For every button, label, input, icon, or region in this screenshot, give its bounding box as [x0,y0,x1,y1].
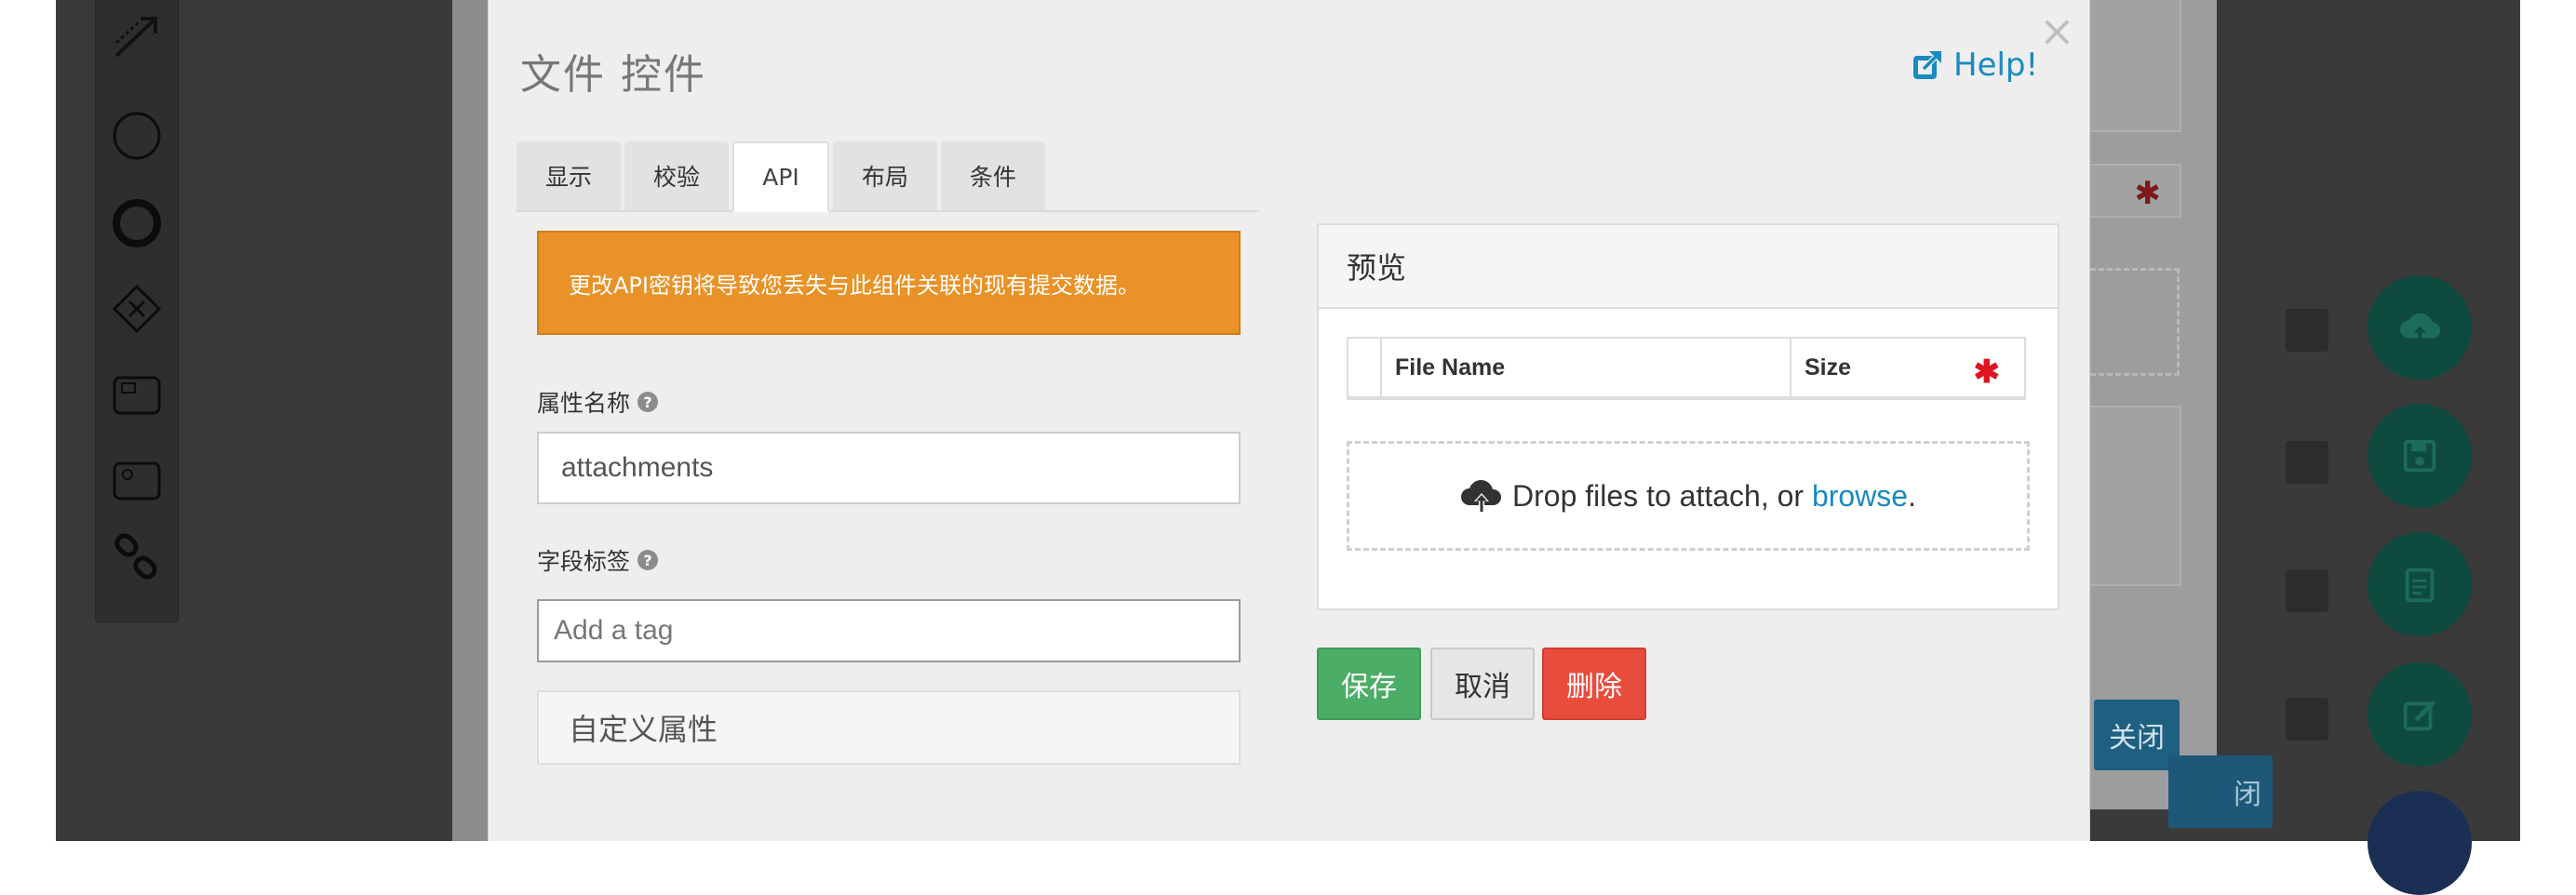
cloud-upload-icon [2399,313,2441,341]
background-small-button [2286,441,2328,484]
help-label: Help! [1953,47,2039,84]
help-question-icon: ? [637,392,659,412]
preview-title: 预览 [1319,225,2058,309]
background-small-button [2286,698,2328,741]
cancel-button[interactable]: 取消 [1430,648,1535,720]
subprocess-icon[interactable] [111,454,163,506]
save-icon [2403,439,2436,473]
api-key-warning: 更改API密钥将导致您丢失与此组件关联的现有提交数据。 [537,231,1241,335]
close-icon[interactable]: × [2039,9,2075,52]
file-dropzone[interactable]: Drop files to attach, or browse. [1347,441,2030,551]
table-divider [1790,339,1791,396]
cloud-upload-icon [1461,480,1502,513]
tab-display[interactable]: 显示 [517,141,621,210]
required-asterisk-icon: ✱ [1973,354,2001,390]
tab-validation[interactable]: 校验 [624,141,729,210]
background-close-button[interactable]: 关闭 [2094,700,2180,770]
external-link-icon [1913,51,1941,79]
link-icon[interactable] [111,532,163,584]
more-fab[interactable] [2368,791,2472,895]
background-small-button [2286,569,2328,612]
background-close-button-2[interactable]: 闭 [2168,755,2273,828]
table-divider [1380,339,1382,396]
edit-fab[interactable] [2368,662,2472,767]
property-name-label: 属性名称 ? [537,385,659,419]
file-name-column-header: File Name [1395,354,1506,381]
save-button[interactable]: 保存 [1317,648,1421,720]
browse-link[interactable]: browse [1812,479,1908,513]
clipboard-fab[interactable] [2368,532,2472,636]
dropzone-text: Drop files to attach, or browse. [1512,479,1916,514]
edit-icon [2403,700,2436,731]
help-question-icon: ? [637,550,659,570]
bpmn-toolbox [95,0,179,622]
size-column-header: Size [1805,354,1852,381]
delete-button[interactable]: 删除 [1542,648,1646,720]
tab-api[interactable]: API [732,141,829,212]
end-event-icon[interactable] [111,197,163,249]
file-component-modal: 文件 控件 Help! × 显示 校验 API 布局 条件 更改API密钥将导致… [488,0,2090,841]
modal-backdrop [452,0,488,841]
property-name-label-text: 属性名称 [537,390,631,417]
dropzone-instruction: Drop files to attach, or [1512,478,1805,513]
preview-panel: 预览 File Name Size ✱ Drop files to attach… [1317,223,2059,610]
field-tags-label-text: 字段标签 [537,548,631,575]
property-name-input[interactable]: attachments [537,432,1241,504]
field-tags-input[interactable]: Add a tag [537,599,1241,662]
cloud-upload-fab[interactable] [2368,275,2472,380]
dropzone-period: . [1908,478,1916,513]
start-event-icon[interactable] [111,110,163,162]
custom-properties-panel[interactable]: 自定义属性 [537,690,1241,765]
connector-arrow-icon[interactable] [111,9,163,61]
help-link[interactable]: Help! [1911,47,2038,84]
tab-conditional[interactable]: 条件 [941,141,1045,210]
tab-bar: 显示 校验 API 布局 条件 [517,141,1259,212]
task-icon[interactable] [111,368,163,421]
required-marker: ✱ [2134,175,2162,212]
gateway-diamond-icon[interactable] [111,283,163,335]
tab-layout[interactable]: 布局 [833,141,937,210]
modal-title: 文件 控件 [520,51,706,99]
field-tags-label: 字段标签 ? [537,543,659,577]
clipboard-icon [2405,568,2435,603]
background-small-button [2286,309,2328,352]
save-fab[interactable] [2368,404,2472,508]
file-table-header: File Name Size ✱ [1347,337,2026,400]
